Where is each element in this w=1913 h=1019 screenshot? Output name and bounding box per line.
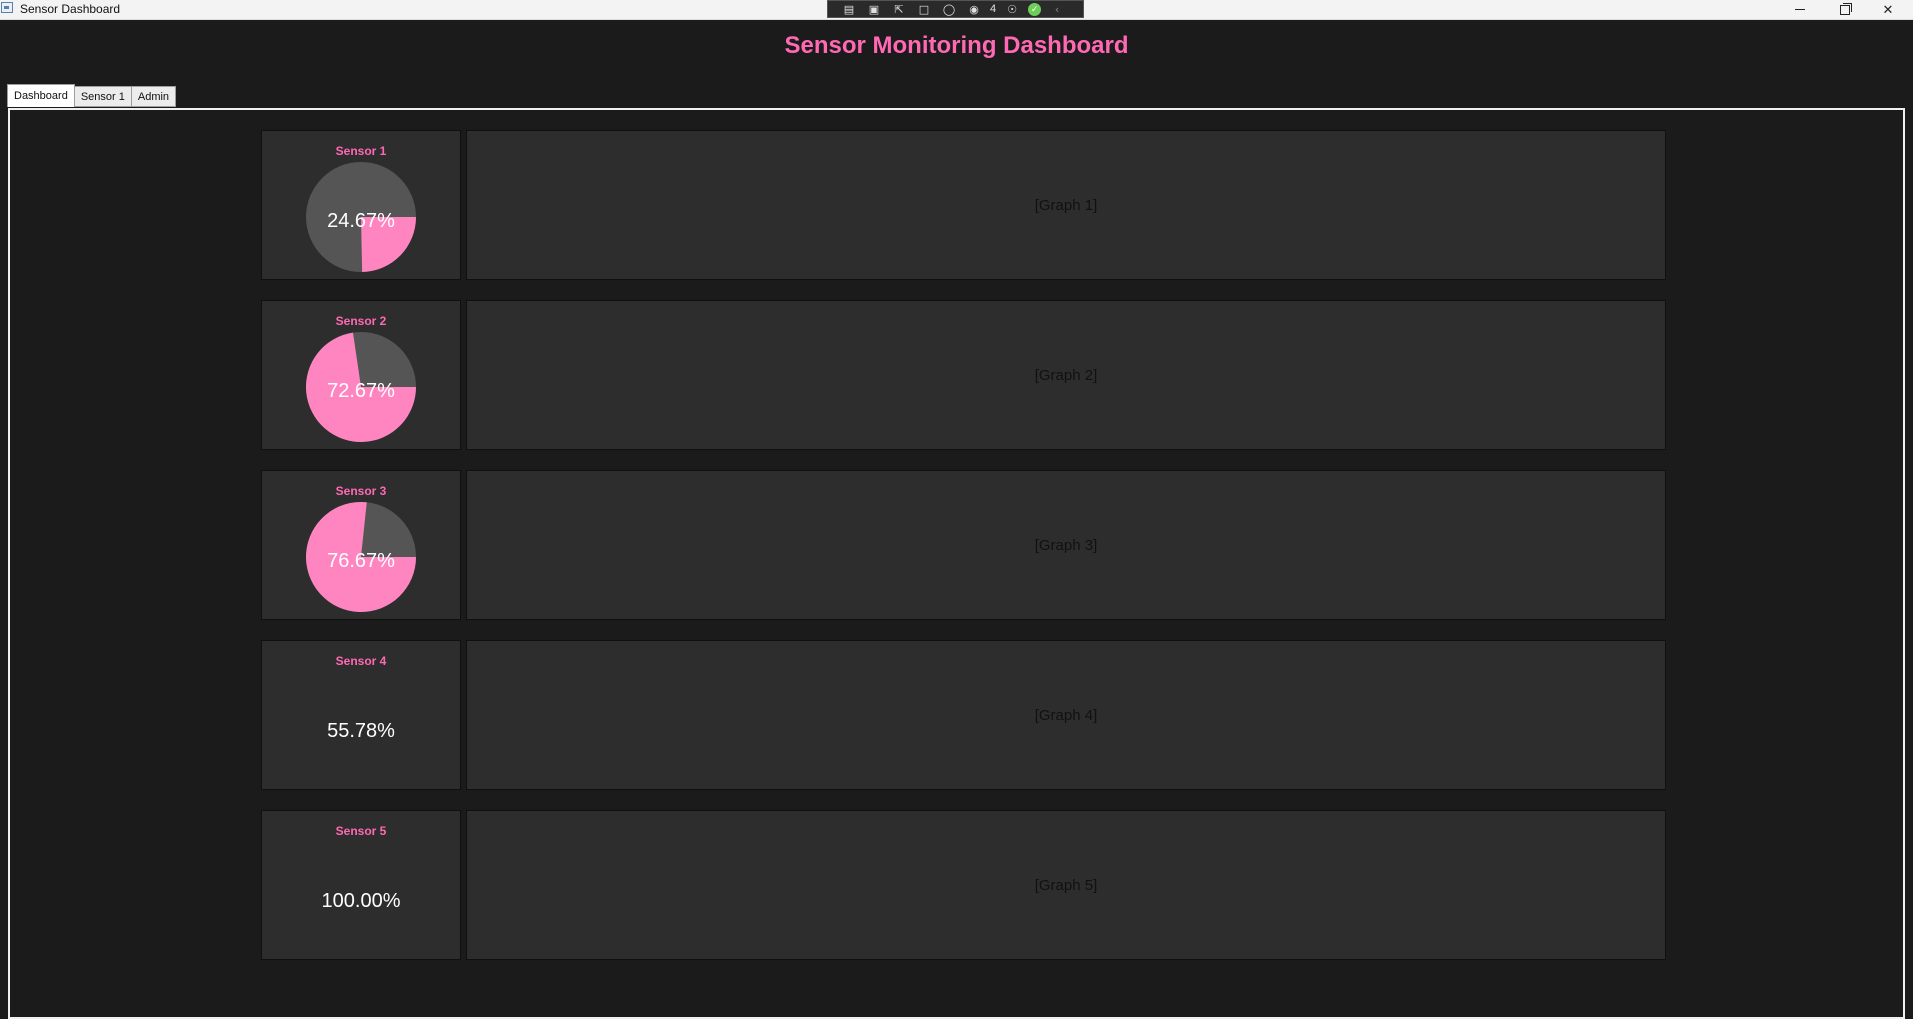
graph-label: [Graph 2] [1034, 366, 1098, 384]
sensor-row: Sensor 5 100.00% [Graph 5] [261, 810, 1666, 960]
accessibility-icon[interactable]: ☉ [1003, 2, 1021, 16]
sensor-percentage: 55.78% [327, 720, 395, 742]
restore-icon [1840, 2, 1852, 15]
sensor-title: Sensor 4 [335, 654, 387, 668]
graph-placeholder: [Graph 1] [466, 130, 1666, 280]
sensor-row: Sensor 3 76.67% [Graph 3] [261, 470, 1666, 620]
close-icon: ✕ [1882, 1, 1894, 17]
sensor-card: Sensor 3 76.67% [261, 470, 461, 620]
binding-failures-icon[interactable]: ◉ [965, 2, 983, 16]
maximize-button[interactable] [1825, 0, 1865, 19]
minimize-button[interactable] [1780, 0, 1820, 19]
graph-label: [Graph 1] [1034, 196, 1098, 214]
sensor-row: Sensor 4 55.78% [Graph 4] [261, 640, 1666, 790]
page-title: Sensor Monitoring Dashboard [784, 32, 1129, 59]
sensor-row: Sensor 2 72.67% [Graph 2] [261, 300, 1666, 450]
graph-placeholder: [Graph 2] [466, 300, 1666, 450]
display-layout-adorners-icon[interactable]: □ [915, 2, 933, 16]
sensor-title: Sensor 1 [335, 144, 387, 158]
graph-label: [Graph 4] [1034, 706, 1098, 724]
tab-sensor-1[interactable]: Sensor 1 [73, 86, 132, 107]
sensor-card: Sensor 5 100.00% [261, 810, 461, 960]
sensor-percentage: 24.67% [327, 210, 395, 232]
checkmark-icon[interactable]: ✓ [1028, 2, 1042, 16]
sensor-card: Sensor 1 24.67% [261, 130, 461, 280]
binding-failures-count: 4 [990, 3, 997, 15]
select-element-icon[interactable]: ⇱ [890, 2, 908, 16]
graph-label: [Graph 5] [1034, 876, 1098, 894]
live-visual-tree-icon[interactable]: ▤ [840, 2, 858, 16]
graph-placeholder: [Graph 5] [466, 810, 1666, 960]
tab-dashboard[interactable]: Dashboard [7, 84, 75, 107]
sensor-card: Sensor 4 55.78% [261, 640, 461, 790]
window-title: Sensor Dashboard [20, 2, 121, 16]
window-title-bar: Sensor Dashboard ▤ ▣ ⇱ □ ◯ ◉ 4 ☉ ✓ ‹ ✕ [0, 0, 1913, 20]
sensor-percentage: 76.67% [327, 550, 395, 572]
close-button[interactable]: ✕ [1868, 0, 1908, 19]
sensor-percentage: 72.67% [327, 380, 395, 402]
track-focus-icon[interactable]: ◯ [940, 2, 958, 16]
sensor-percentage: 100.00% [321, 890, 401, 912]
minimize-icon [1795, 9, 1805, 10]
tab-strip: Dashboard Sensor 1 Admin [7, 84, 177, 108]
graph-placeholder: [Graph 4] [466, 640, 1666, 790]
tab-admin[interactable]: Admin [130, 86, 177, 107]
sensor-card: Sensor 2 72.67% [261, 300, 461, 450]
record-icon[interactable]: ▣ [865, 2, 883, 16]
collapse-toolbar-icon[interactable]: ‹ [1048, 2, 1066, 16]
dashboard-panel: Sensor 1 24.67% [Graph 1] Sensor 2 72.67… [8, 108, 1905, 1019]
app-icon [1, 2, 13, 13]
graph-placeholder: [Graph 3] [466, 470, 1666, 620]
sensor-row: Sensor 1 24.67% [Graph 1] [261, 130, 1666, 280]
sensor-title: Sensor 5 [335, 824, 387, 838]
sensor-title: Sensor 2 [335, 314, 387, 328]
debug-toolbar: ▤ ▣ ⇱ □ ◯ ◉ 4 ☉ ✓ ‹ [827, 0, 1084, 18]
sensor-title: Sensor 3 [335, 484, 387, 498]
graph-label: [Graph 3] [1034, 536, 1098, 554]
